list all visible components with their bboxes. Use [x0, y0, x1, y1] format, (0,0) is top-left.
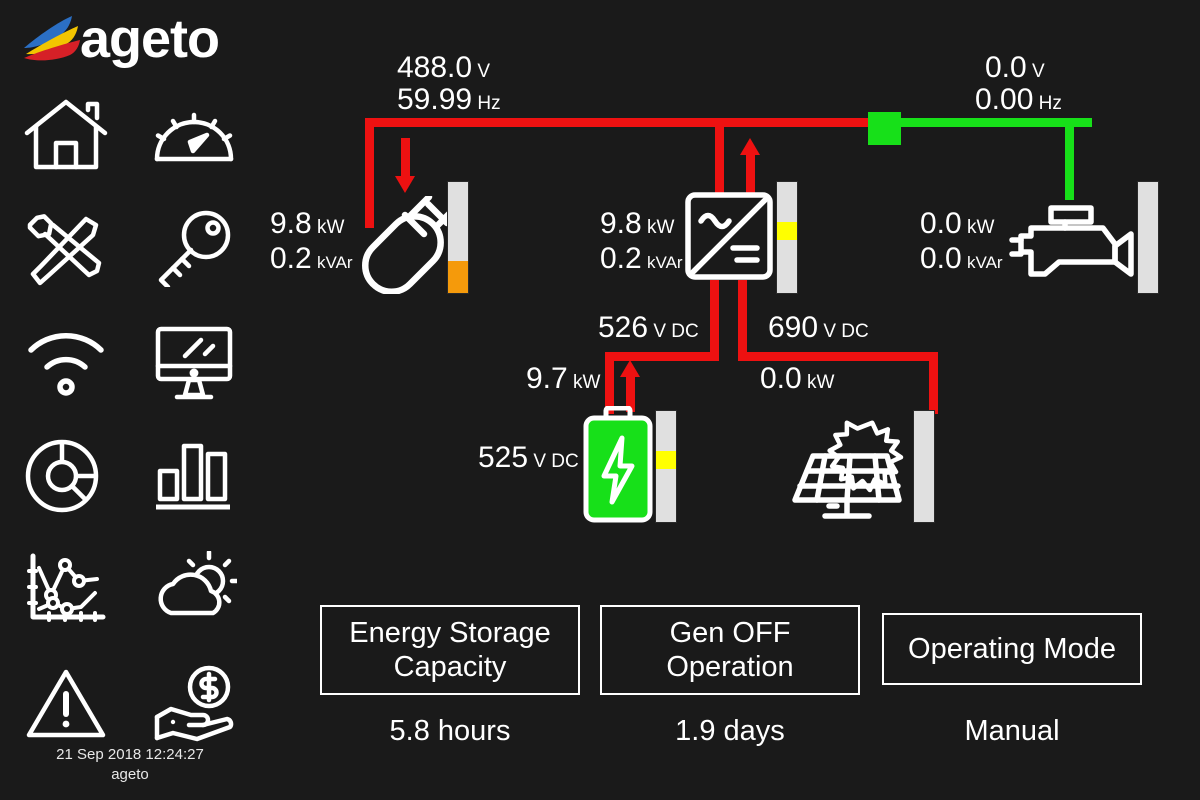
- inverter-level-bar: [776, 181, 798, 294]
- hand-coin-icon: [154, 665, 234, 742]
- sidebar-nav: [0, 78, 260, 762]
- one-line-diagram: 488.0 V 59.99 Hz 0.0 V 0.00 Hz 9.8 kW 0.…: [260, 0, 1200, 800]
- load-real-power: 9.8 kW: [270, 207, 345, 240]
- sidebar-item-energy-mix[interactable]: [16, 420, 116, 532]
- dc-right-horizontal-wire: [738, 352, 938, 361]
- load-reactive-power: 0.2 kVAr: [270, 242, 353, 275]
- plug-icon: [362, 196, 460, 294]
- solar-drop-wire: [929, 352, 938, 414]
- tools-icon: [27, 214, 102, 286]
- dc-left-power: 9.7 kW: [526, 362, 601, 395]
- sidebar-item-network[interactable]: [16, 306, 116, 418]
- ac-bus-voltage: 488.0 V: [397, 51, 491, 84]
- wifi-icon: [28, 332, 104, 396]
- brand-logo[interactable]: ageto: [18, 8, 248, 70]
- inverter-level-marker: [777, 221, 797, 240]
- load-level-bar: [447, 181, 469, 294]
- timestamp: 21 Sep 2018 12:24:27: [56, 746, 204, 763]
- inverter-flow-arrow-up: [740, 138, 761, 194]
- status-box-energy-storage[interactable]: Energy Storage Capacity: [320, 605, 580, 695]
- inverter-symbol[interactable]: [685, 192, 773, 280]
- gen-breaker[interactable]: [868, 112, 901, 145]
- status-title-line1: Energy Storage: [349, 617, 551, 649]
- generator-level-bar: [1137, 181, 1159, 294]
- monitor-icon: [155, 326, 233, 400]
- generator-real-power: 0.0 kW: [920, 207, 995, 240]
- inverter-real-power: 9.8 kW: [600, 207, 675, 240]
- solar-symbol[interactable]: [787, 410, 905, 522]
- battery-voltage: 525 V DC: [478, 441, 579, 474]
- gen-bus-line: [898, 118, 1092, 127]
- battery-drop-wire: [605, 352, 614, 414]
- battery-level-marker: [656, 450, 676, 469]
- load-flow-arrow-down: [395, 138, 416, 193]
- brand-name: ageto: [80, 9, 220, 69]
- key-icon: [158, 210, 231, 287]
- dc-right-leg-wire: [738, 280, 747, 352]
- bar-chart-icon: [156, 443, 230, 510]
- sidebar-item-home[interactable]: [16, 78, 116, 190]
- ac-bus-frequency: 59.99 Hz: [397, 83, 501, 116]
- status-box-operating-mode[interactable]: Operating Mode: [882, 613, 1142, 685]
- status-title-line1: Gen OFF: [669, 617, 791, 649]
- ageto-logo-icon: [18, 14, 84, 64]
- generator-symbol[interactable]: [1007, 196, 1137, 286]
- status-value-energy-storage: 5.8 hours: [389, 715, 511, 747]
- battery-symbol[interactable]: [582, 405, 654, 529]
- sidebar-item-maintenance[interactable]: [16, 192, 116, 304]
- gauge-icon: [154, 112, 234, 162]
- inverter-icon: [685, 192, 773, 280]
- dc-left-voltage: 526 V DC: [598, 311, 699, 344]
- sidebar-item-savings[interactable]: [144, 648, 244, 760]
- status-value-gen-off-operation: 1.9 days: [675, 715, 785, 747]
- status-box-gen-off-operation[interactable]: Gen OFF Operation: [600, 605, 860, 695]
- status-title-line1: Operating Mode: [908, 633, 1116, 665]
- generator-reactive-power: 0.0 kVAr: [920, 242, 1003, 275]
- gen-drop-wire: [1065, 118, 1074, 200]
- solar-panel-icon: [792, 420, 904, 519]
- battery-level-bar: [655, 410, 677, 523]
- sidebar-item-reports[interactable]: [144, 420, 244, 532]
- warning-icon: [26, 669, 106, 738]
- inverter-riser-wire: [715, 118, 724, 193]
- sidebar-item-trends[interactable]: [16, 534, 116, 646]
- sidebar-footer: 21 Sep 2018 12:24:27 ageto: [0, 745, 260, 785]
- gen-bus-voltage: 0.0 V: [985, 51, 1045, 84]
- line-chart-icon: [27, 553, 106, 622]
- microgrid-dashboard: ageto 21 Sep 2018 12:24:27 ageto 488.0 V…: [0, 0, 1200, 800]
- ac-bus-line: [365, 118, 870, 127]
- sidebar-item-security[interactable]: [144, 192, 244, 304]
- site-name: ageto: [111, 766, 149, 783]
- load-symbol[interactable]: [356, 196, 460, 294]
- status-value-operating-mode: Manual: [964, 715, 1060, 747]
- battery-icon: [583, 405, 653, 523]
- solar-level-bar: [913, 410, 935, 523]
- sidebar-item-weather[interactable]: [144, 534, 244, 646]
- dc-right-voltage: 690 V DC: [768, 311, 869, 344]
- gen-bus-frequency: 0.00 Hz: [975, 83, 1062, 116]
- sidebar-item-gauges[interactable]: [144, 78, 244, 190]
- inverter-reactive-power: 0.2 kVAr: [600, 242, 683, 275]
- weather-icon: [158, 551, 237, 616]
- pie-chart-icon: [25, 439, 99, 513]
- sidebar-item-display[interactable]: [144, 306, 244, 418]
- status-title-line2: Operation: [666, 651, 794, 683]
- status-title-line2: Capacity: [393, 651, 507, 683]
- dc-left-leg-wire: [710, 280, 719, 352]
- sidebar: ageto 21 Sep 2018 12:24:27 ageto: [0, 0, 260, 800]
- engine-icon: [1009, 205, 1134, 277]
- home-icon: [24, 99, 108, 170]
- sidebar-item-alarms[interactable]: [16, 648, 116, 760]
- dc-right-power: 0.0 kW: [760, 362, 835, 395]
- load-level-fill: [448, 260, 468, 293]
